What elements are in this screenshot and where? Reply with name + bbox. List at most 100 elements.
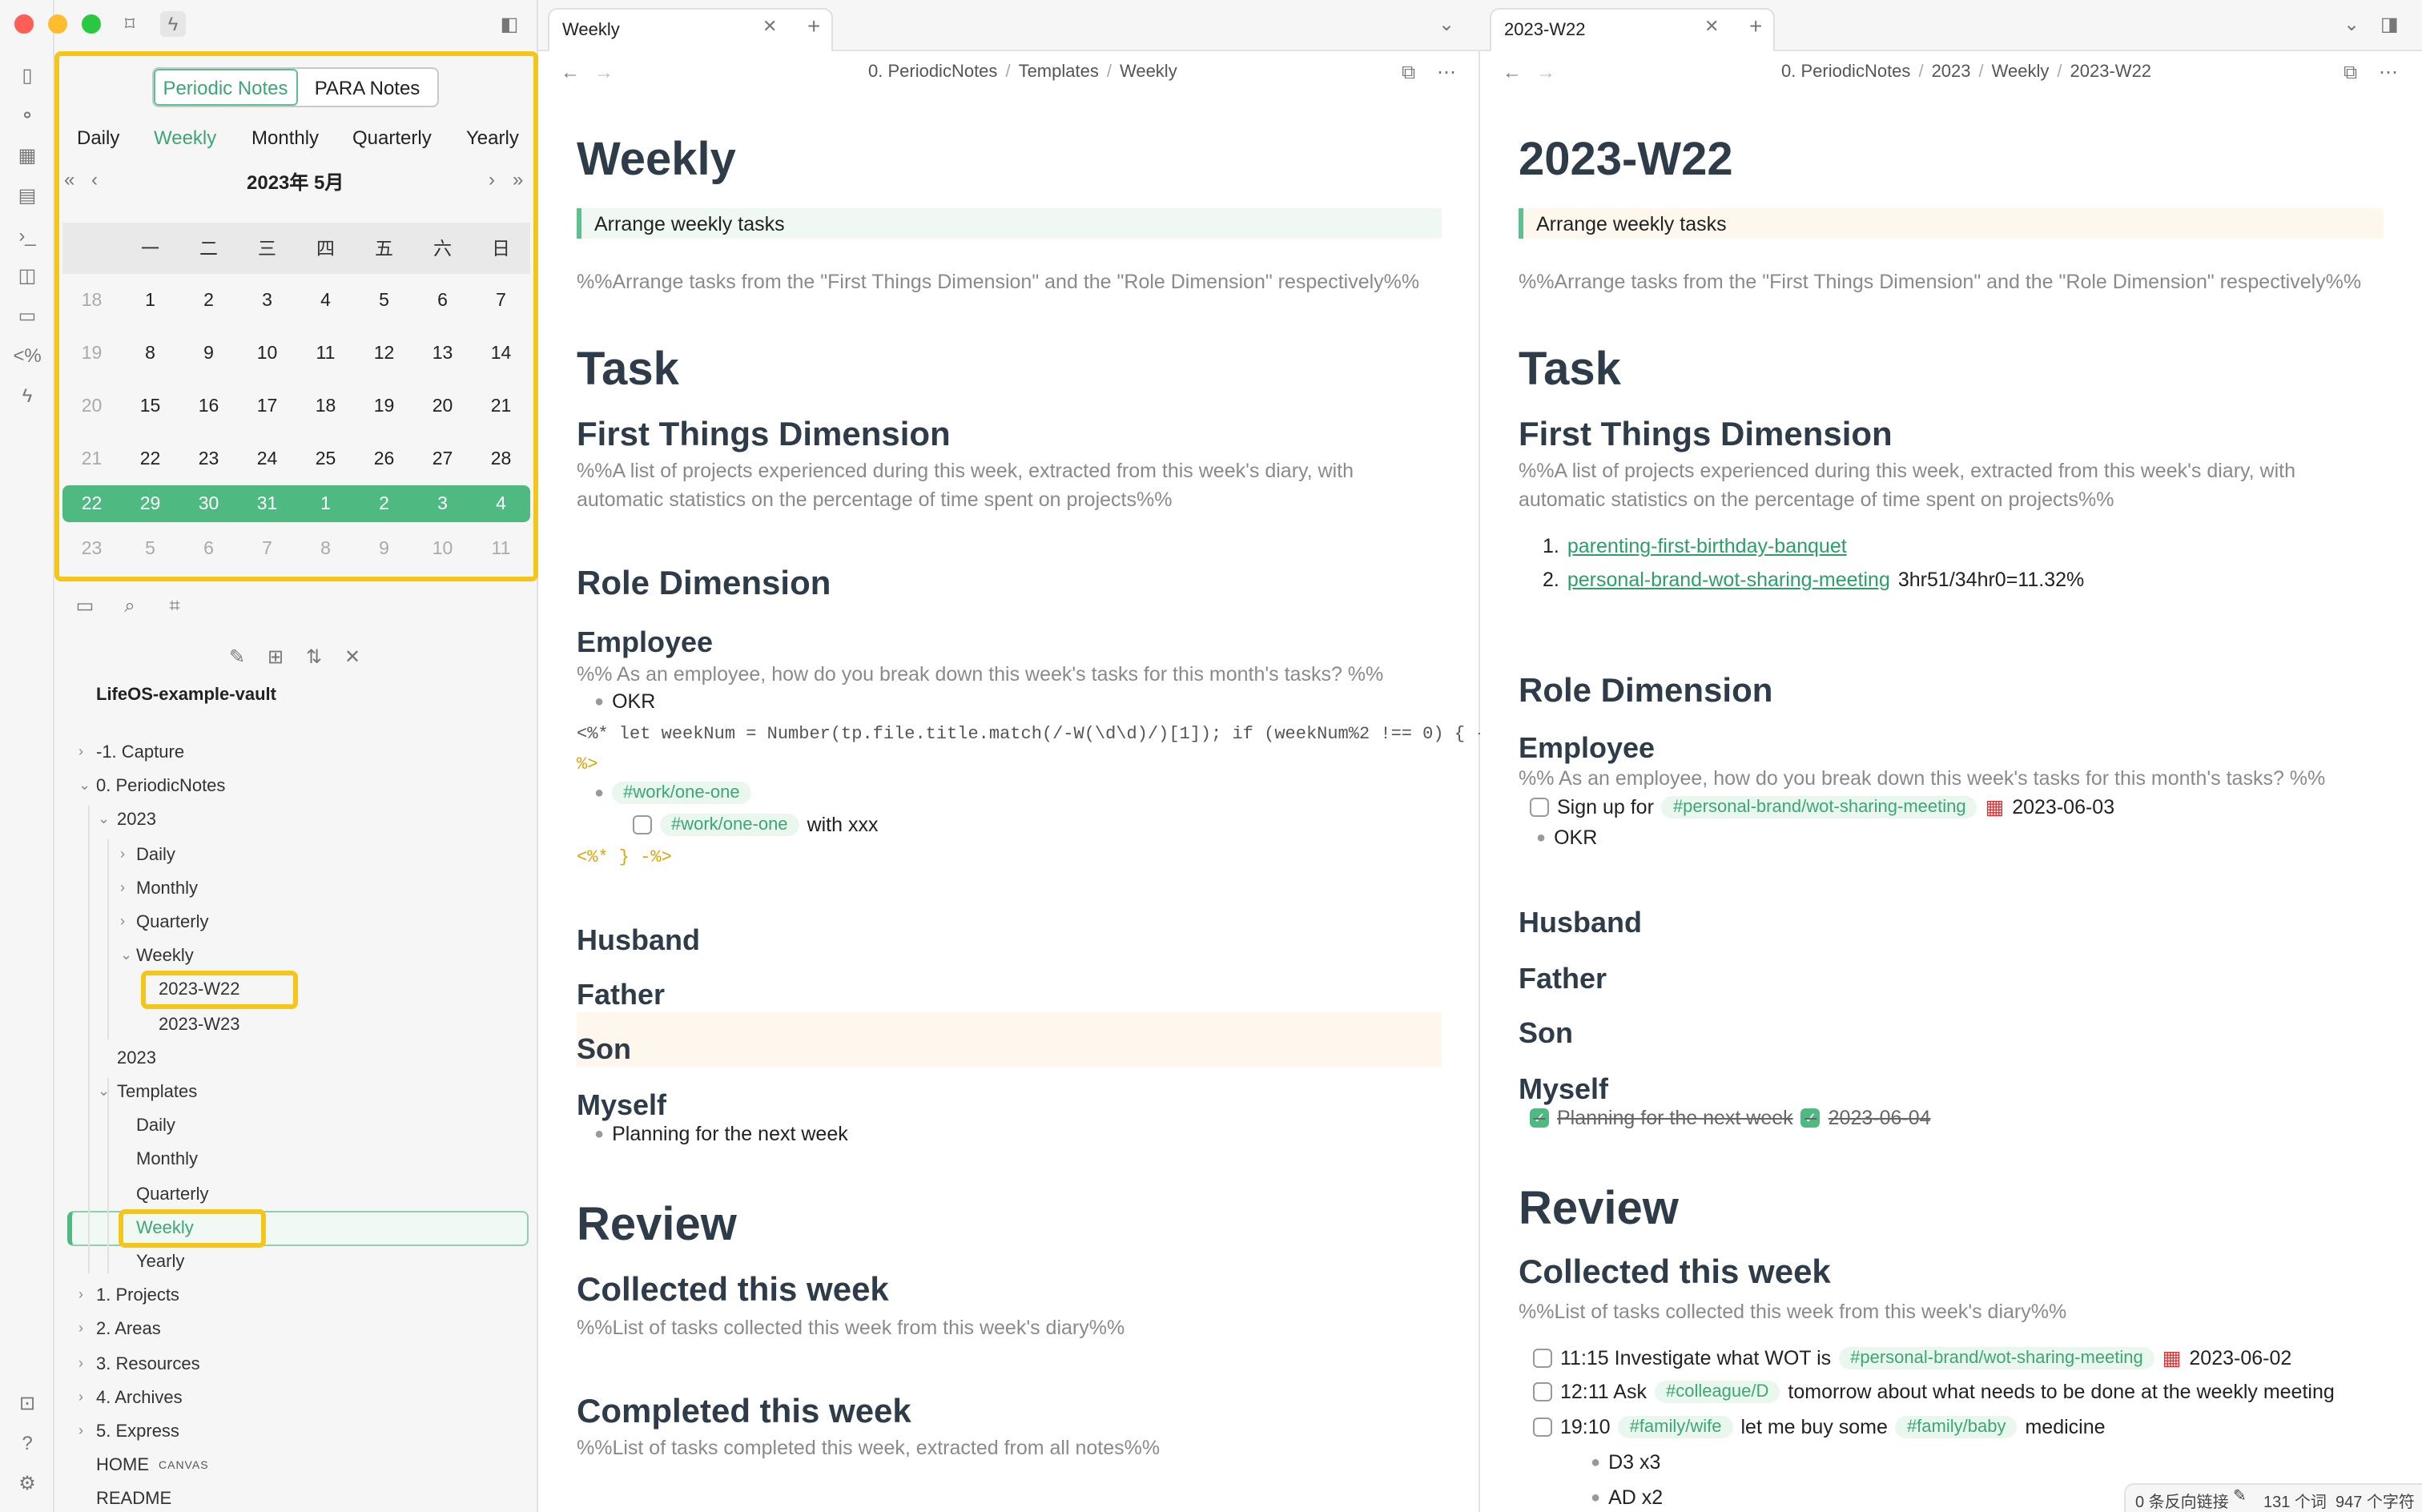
right-sidebar-toggle-icon[interactable]: ◨ [2380,13,2399,35]
chevron-icon[interactable]: › [78,1354,83,1370]
period-yearly[interactable]: Yearly [466,127,519,149]
task-checkbox[interactable] [1533,1418,1552,1437]
task-checkbox[interactable] [1533,1348,1552,1367]
reading-view-icon[interactable]: ⧉ [1402,61,1415,85]
calendar-day[interactable]: 10 [413,522,472,575]
calendar-day[interactable]: 8 [296,522,355,575]
grid-icon[interactable]: ▦ [14,143,40,168]
tree-item[interactable]: 2023-W22 [159,975,240,1007]
calendar-day[interactable]: 6 [413,274,472,327]
chevron-icon[interactable]: › [120,879,125,895]
breadcrumb-item[interactable]: Weekly [1120,62,1177,82]
sort-icon[interactable]: ⇅ [301,644,327,670]
tree-item[interactable]: -1. Capture [96,737,184,769]
tree-item[interactable]: 2023 [117,805,156,837]
file-icon[interactable]: ▯ [14,62,40,88]
vault-icon[interactable]: ⊡ [14,1390,40,1416]
calendar-day[interactable]: 1 [296,485,355,522]
collapse-icon[interactable]: ✕ [340,644,365,670]
calendar-day[interactable]: 2 [355,485,413,522]
chevron-icon[interactable]: ⌄ [120,947,132,964]
prev-month-icon[interactable]: ‹ [91,168,98,191]
sidebar-toggle-icon[interactable]: ◧ [497,11,522,37]
calendar-day[interactable]: 27 [413,432,472,485]
calendar-day[interactable]: 19 [355,380,413,432]
lightning-icon[interactable]: ϟ [14,383,40,408]
project-link[interactable]: parenting-first-birthday-banquet [1567,535,1847,557]
task-checkbox[interactable] [1530,797,1549,816]
tree-item[interactable]: README [96,1484,171,1512]
chevron-icon[interactable]: › [78,1286,83,1302]
tree-item[interactable]: 5. Express [96,1416,179,1448]
tree-item[interactable]: 2023-W23 [159,1008,240,1040]
calendar-icon[interactable]: ▤ [14,183,40,208]
settings-icon[interactable]: ⚙ [14,1470,40,1496]
new-folder-icon[interactable]: ⊞ [263,644,288,670]
new-note-icon[interactable]: ✎ [224,644,250,670]
canvas-icon[interactable]: ◫ [14,263,40,288]
calendar-day[interactable]: 17 [238,380,296,432]
help-icon[interactable]: ? [14,1430,40,1456]
breadcrumb-item[interactable]: 2023 [1932,62,1971,82]
breadcrumb-item[interactable]: 0. PeriodicNotes [868,62,997,82]
files-icon[interactable]: ▭ [72,593,98,618]
terminal-icon[interactable]: ›_ [14,223,40,248]
tree-item[interactable]: Yearly [136,1246,184,1278]
calendar-day[interactable]: 23 [179,432,238,485]
breadcrumb-item[interactable]: 2023-W22 [2070,62,2152,82]
tree-item[interactable]: Weekly [136,940,194,972]
tree-item[interactable]: 2023 [117,1043,156,1075]
period-weekly[interactable]: Weekly [154,127,216,149]
tag[interactable]: #personal-brand/wot-sharing-meeting [1839,1346,2154,1369]
calendar-day[interactable]: 5 [121,522,179,575]
calendar-day[interactable]: 3 [238,274,296,327]
tree-item[interactable]: 3. Resources [96,1348,200,1380]
calendar-day[interactable]: 29 [121,485,179,522]
calendar-day[interactable]: 12 [355,327,413,380]
chevron-icon[interactable]: › [120,913,125,929]
tab-list-icon[interactable]: ⌄ [2344,13,2360,35]
task-checkbox-checked[interactable]: ✓ [1530,1108,1549,1128]
calendar-day[interactable]: 7 [238,522,296,575]
chevron-icon[interactable]: › [120,845,125,861]
template-icon[interactable]: <% [13,343,41,368]
tree-item[interactable]: 1. Projects [96,1280,179,1312]
edit-icon[interactable]: ✎ [2233,1488,2247,1506]
back-icon[interactable]: ← [1503,61,1522,83]
breadcrumb-item[interactable]: Weekly [1992,62,2050,82]
reading-view-icon[interactable]: ⧉ [2344,61,2357,85]
new-tab-icon[interactable]: + [807,13,820,38]
prev-year-icon[interactable]: « [64,168,74,191]
tree-item[interactable]: HOME CANVAS [96,1450,209,1482]
window-zoom-button[interactable] [82,14,101,34]
week-number[interactable]: 21 [62,432,121,485]
breadcrumb-item[interactable]: 0. PeriodicNotes [1781,62,1910,82]
calendar-day[interactable]: 18 [296,380,355,432]
tags-icon[interactable]: ⌗ [162,593,187,618]
tag[interactable]: #family/wife [1618,1416,1733,1438]
table-icon[interactable]: ▭ [14,303,40,328]
tree-item[interactable]: 2. Areas [96,1314,161,1346]
tab-para-notes[interactable]: PARA Notes [297,69,437,106]
more-options-icon[interactable]: ⋯ [1437,61,1456,83]
tree-item[interactable]: Daily [136,838,175,871]
calendar-day[interactable]: 20 [413,380,472,432]
week-number[interactable]: 23 [62,522,121,575]
tree-item[interactable]: 0. PeriodicNotes [96,770,225,802]
tag[interactable]: #family/baby [1895,1416,2018,1438]
chevron-icon[interactable]: ⌄ [78,777,91,794]
tag[interactable]: #work/one-one [612,782,751,804]
back-icon[interactable]: ← [561,61,580,83]
calendar-day[interactable]: 10 [238,327,296,380]
calendar-day[interactable]: 9 [355,522,413,575]
calendar-day[interactable]: 31 [238,485,296,522]
calendar-day[interactable]: 3 [413,485,472,522]
tab-list-icon[interactable]: ⌄ [1438,13,1454,35]
calendar-day[interactable]: 25 [296,432,355,485]
close-tab-icon[interactable]: ✕ [1704,16,1719,37]
calendar-day[interactable]: 16 [179,380,238,432]
new-tab-icon[interactable]: + [1749,13,1762,38]
calendar-day[interactable]: 21 [472,380,530,432]
tab-2023-w22[interactable]: 2023-W22 [1490,8,1775,51]
tab-periodic-notes[interactable]: Periodic Notes [154,69,297,106]
